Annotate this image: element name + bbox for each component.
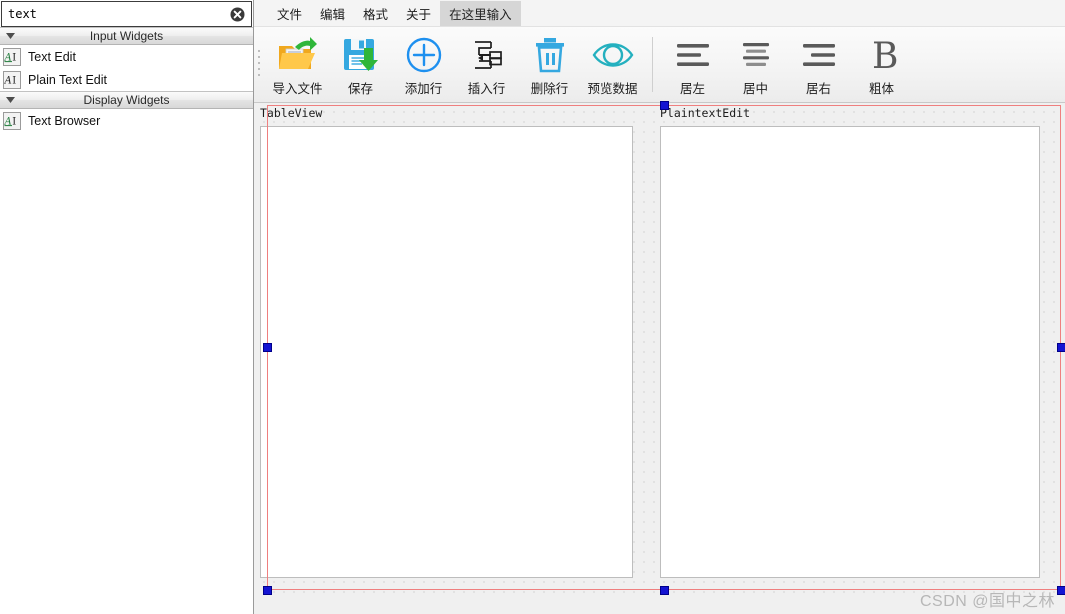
toolbar-button-delete-row[interactable]: 删除行 [518,27,581,102]
section-header-display-widgets[interactable]: Display Widgets [0,91,253,109]
tableview-body[interactable] [260,126,633,578]
svg-text:B: B [872,36,898,75]
bold-icon: B [861,33,903,77]
plain-text-edit-icon: A I [3,70,21,89]
toolbar-button-label: 粗体 [868,81,894,96]
align-right-icon [798,33,840,77]
save-floppy-icon [340,33,382,77]
widget-box-empty-space [0,132,253,614]
plaintextedit-widget[interactable]: PlaintextEdit [660,106,1054,584]
resize-handle-bottom-left[interactable] [263,586,272,595]
tableview-widget[interactable]: TableView [260,106,648,584]
tableview-label: TableView [260,106,323,120]
svg-text:A: A [4,75,12,86]
delete-row-trash-icon [529,33,571,77]
toolbar-button-label: 居左 [679,81,705,96]
toolbar-button-align-center[interactable]: 居中 [724,27,787,102]
resize-handle-bottom-middle[interactable] [660,586,669,595]
resize-handle-left-middle[interactable] [263,343,272,352]
menu-item-file[interactable]: 文件 [268,1,311,26]
clear-circle-icon[interactable] [226,3,248,25]
toolbar-button-save[interactable]: 保存 [329,27,392,102]
menu-bar: 文件 编辑 格式 关于 在这里输入 [254,0,1065,27]
add-row-plus-icon [403,33,445,77]
text-edit-icon: A I [3,47,21,66]
main-area: 文件 编辑 格式 关于 在这里输入 导入文件 保存 添加行 插入行 删除行 预览… [254,0,1065,614]
search-input[interactable] [2,4,226,24]
toolbar-button-label: 导入文件 [272,81,323,96]
svg-text:I: I [12,75,16,86]
menu-item-type-here[interactable]: 在这里输入 [440,0,521,26]
align-left-icon [672,33,714,77]
insert-row-icon [466,33,508,77]
widget-item-label: Text Edit [28,49,76,64]
toolbar-button-preview-data[interactable]: 预览数据 [581,27,644,102]
preview-eye-icon [591,33,635,77]
tool-bar: 导入文件 保存 添加行 插入行 删除行 预览数据 居左 居中 居右 B 粗体 [254,27,1065,103]
toolbar-button-bold[interactable]: B 粗体 [850,27,913,102]
toolbar-button-align-right[interactable]: 居右 [787,27,850,102]
svg-text:I: I [12,116,16,127]
menu-item-edit[interactable]: 编辑 [311,1,354,26]
section-header-input-widgets[interactable]: Input Widgets [0,27,253,45]
resize-handle-top-middle[interactable] [660,101,669,110]
toolbar-separator [652,37,653,92]
align-center-icon [735,33,777,77]
svg-text:I: I [12,52,16,63]
toolbar-button-add-row[interactable]: 添加行 [392,27,455,102]
widget-item-text-edit[interactable]: A I Text Edit [0,45,253,68]
section-title: Input Widgets [89,29,164,43]
form-canvas[interactable]: TableView PlaintextEdit CSDN @国中之林 [254,103,1065,614]
toolbar-button-import-file[interactable]: 导入文件 [266,27,329,102]
widget-item-label: Plain Text Edit [28,72,107,87]
drag-grip-icon[interactable] [254,27,266,102]
chevron-down-icon[interactable] [2,33,18,39]
toolbar-button-label: 添加行 [404,81,443,96]
resize-handle-bottom-right[interactable] [1057,586,1065,595]
toolbar-button-label: 保存 [347,81,373,96]
widget-item-text-browser[interactable]: A I Text Browser [0,109,253,132]
resize-handle-right-middle[interactable] [1057,343,1065,352]
toolbar-button-insert-row[interactable]: 插入行 [455,27,518,102]
plaintextedit-label: PlaintextEdit [660,106,751,120]
toolbar-button-label: 居右 [805,81,831,96]
qt-designer-window: Input Widgets A I Text Edit A I Plain Te… [0,0,1065,614]
chevron-down-icon[interactable] [2,97,18,103]
widget-item-label: Text Browser [28,113,101,128]
widget-item-plain-text-edit[interactable]: A I Plain Text Edit [0,68,253,91]
text-browser-icon: A I [3,111,21,130]
section-title: Display Widgets [83,93,170,107]
toolbar-button-label: 预览数据 [587,81,638,96]
toolbar-empty-space [913,27,1065,102]
import-folder-icon [277,33,319,77]
menu-item-about[interactable]: 关于 [397,1,440,26]
plaintextedit-body[interactable] [660,126,1040,578]
widget-box-panel: Input Widgets A I Text Edit A I Plain Te… [0,0,254,614]
toolbar-button-align-left[interactable]: 居左 [661,27,724,102]
menu-item-format[interactable]: 格式 [354,1,397,26]
widget-search-row[interactable] [1,1,252,27]
toolbar-button-label: 插入行 [467,81,506,96]
toolbar-button-label: 删除行 [530,81,569,96]
toolbar-button-label: 居中 [742,81,768,96]
